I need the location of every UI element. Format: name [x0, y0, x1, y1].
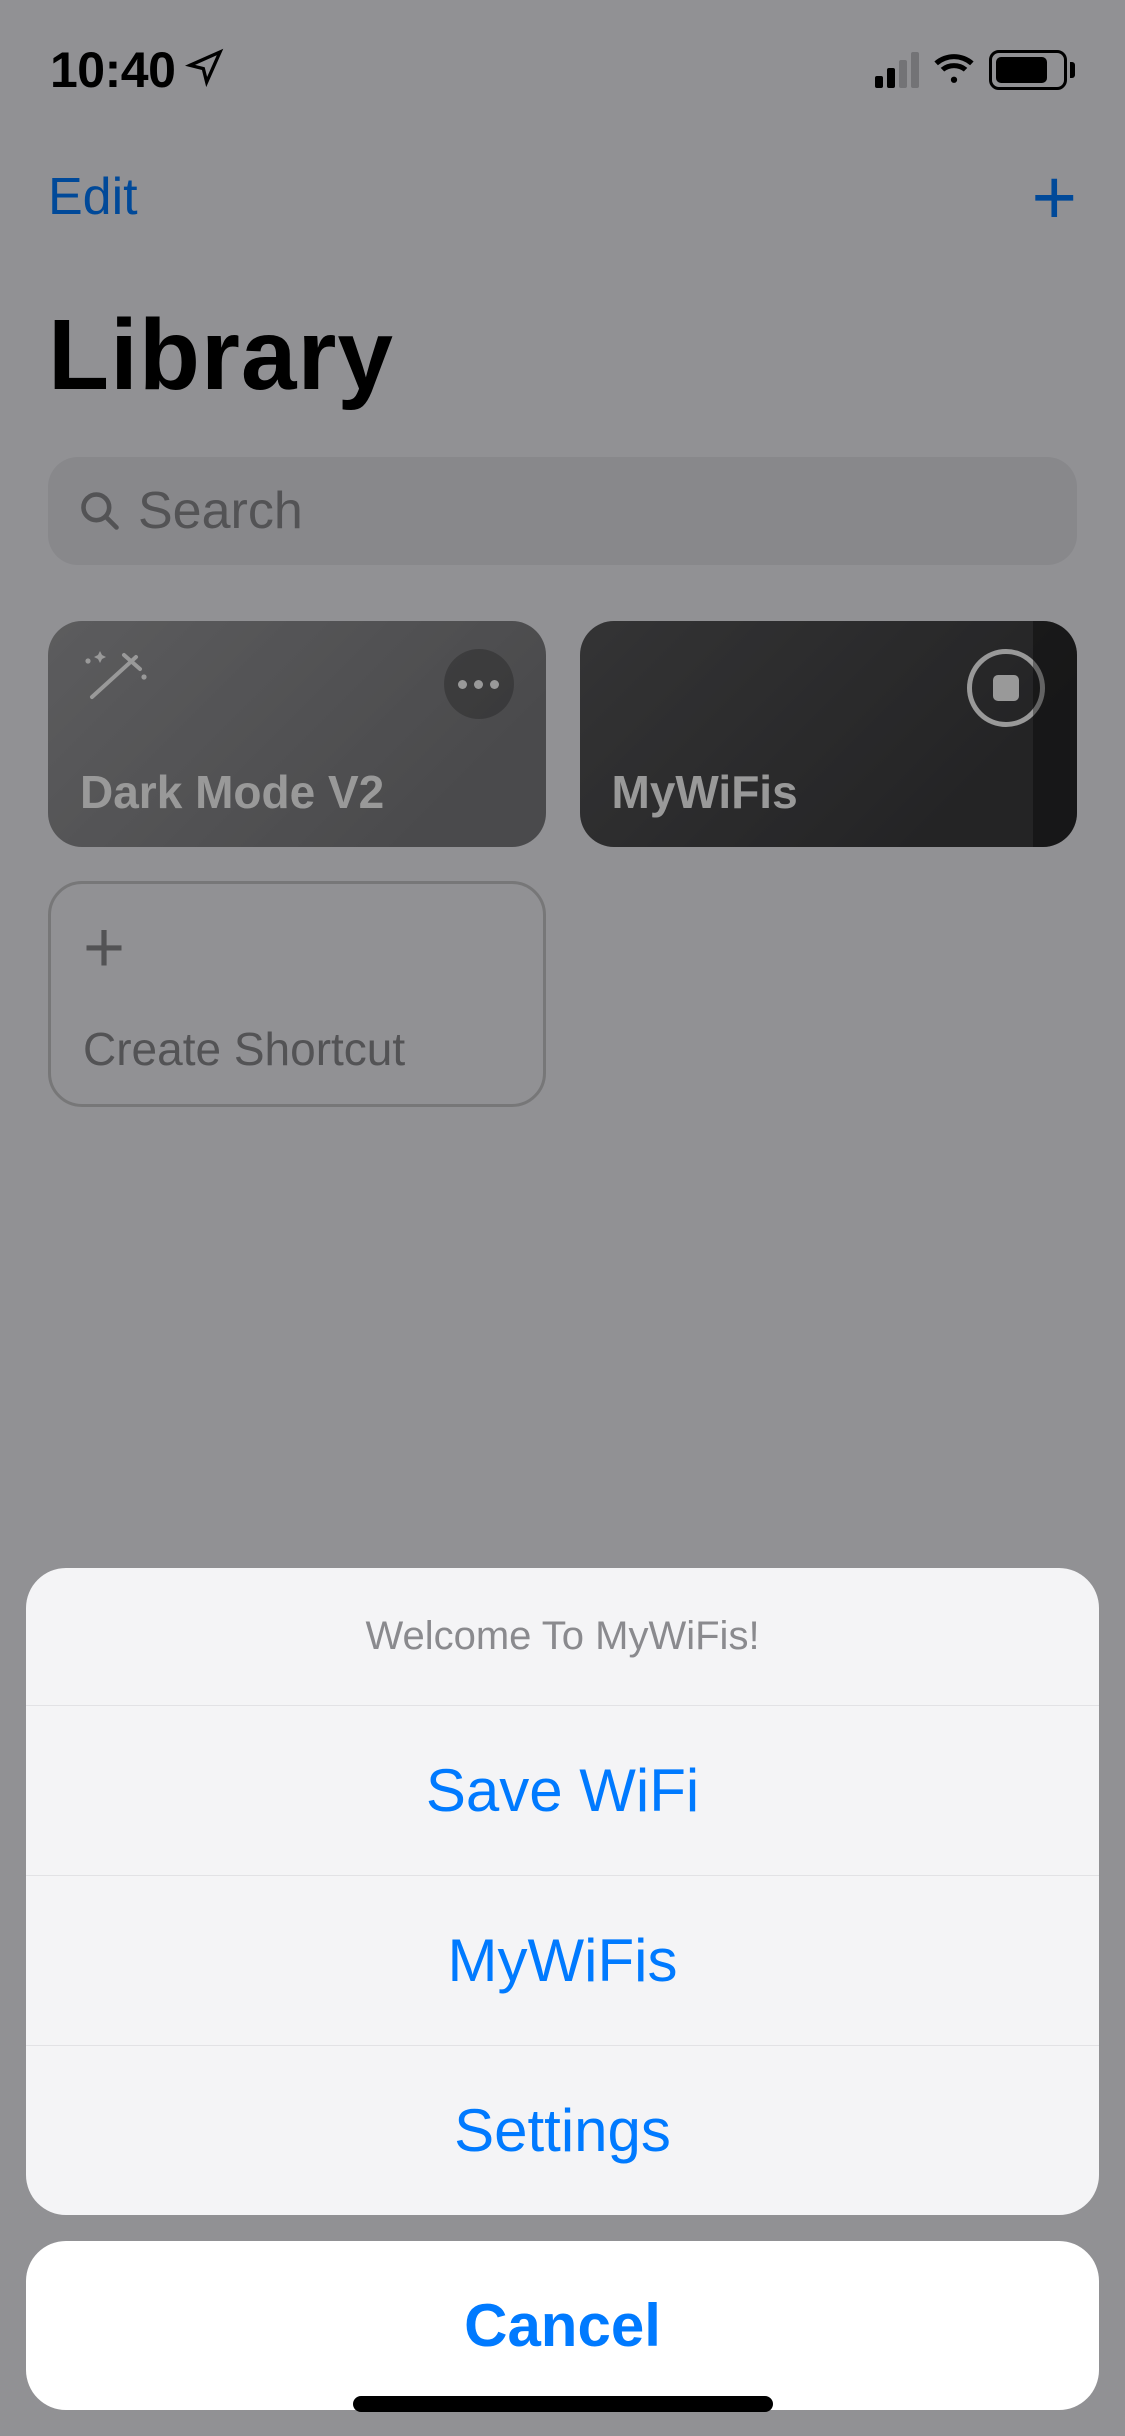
home-indicator[interactable]	[353, 2396, 773, 2412]
action-save-wifi[interactable]: Save WiFi	[26, 1705, 1099, 1875]
action-sheet-title: Welcome To MyWiFis!	[26, 1568, 1099, 1705]
action-sheet-group: Welcome To MyWiFis! Save WiFi MyWiFis Se…	[26, 1568, 1099, 2215]
cancel-button[interactable]: Cancel	[26, 2241, 1099, 2410]
action-my-wifis[interactable]: MyWiFis	[26, 1875, 1099, 2045]
action-sheet: Welcome To MyWiFis! Save WiFi MyWiFis Se…	[0, 1568, 1125, 2436]
action-settings[interactable]: Settings	[26, 2045, 1099, 2215]
